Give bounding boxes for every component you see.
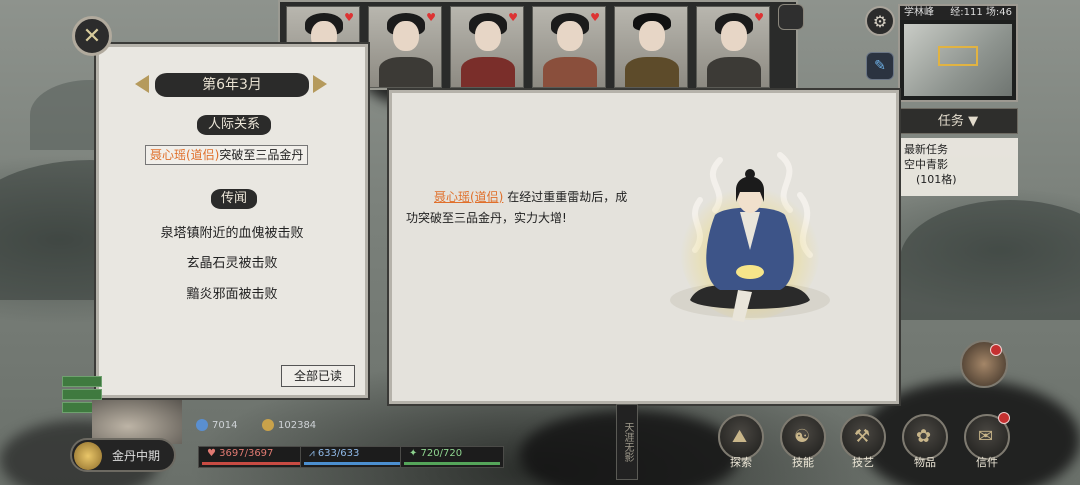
explore-icon: ⛰: [732, 426, 748, 447]
spirit-stone-counter: 7014: [196, 419, 237, 431]
event-log-panel: 第6年3月 人际关系 聂心瑶(道侣)突破至三品金丹 传闻 泉塔镇附近的血傀被击败…: [96, 44, 368, 398]
gold-counter: 102384: [262, 419, 316, 431]
craft-label: 技艺: [852, 456, 874, 469]
notification-badge: [990, 344, 1002, 356]
task-item: (101格): [916, 173, 957, 186]
heart-icon: ♥: [426, 11, 436, 24]
notification-badge: [998, 412, 1010, 424]
companion-portrait[interactable]: [614, 6, 688, 88]
rumors-heading: 传闻: [211, 189, 257, 209]
meditating-cultivator-illustration: [670, 152, 830, 322]
minimap-viewport-marker: [938, 46, 978, 66]
item-label: 物品: [914, 456, 936, 469]
relation-event: 突破至三品金丹: [219, 148, 304, 162]
prev-month-arrow-icon[interactable]: [135, 75, 149, 93]
date-title: 第6年3月: [155, 73, 309, 97]
next-month-arrow-icon[interactable]: [313, 75, 327, 93]
rumor-item[interactable]: 黯炎邪面被击败: [99, 283, 365, 302]
relations-heading: 人际关系: [197, 115, 271, 135]
rumor-item[interactable]: 泉塔镇附近的血傀被击败: [99, 222, 365, 241]
task-item: 最新任务: [904, 143, 948, 156]
companion-portrait[interactable]: ♥: [368, 6, 442, 88]
spirit-stone-value: 7014: [212, 419, 238, 431]
heart-icon: ♥: [590, 11, 600, 24]
scroll-tool-icon[interactable]: ✎: [866, 52, 894, 80]
inventory-bag-button[interactable]: [778, 4, 804, 30]
task-title: 任务: [937, 114, 964, 129]
minimap-location: 学林峰: [904, 7, 934, 18]
explore-label: 探索: [730, 456, 752, 469]
companion-portrait[interactable]: ♥: [532, 6, 606, 88]
item-icon: ✿: [916, 426, 932, 447]
minimap-view[interactable]: [904, 24, 1012, 96]
mana-label: ⩘ 633/633: [309, 448, 360, 459]
task-list[interactable]: 最新任务 空中青影 (101格): [898, 138, 1018, 196]
companion-portrait[interactable]: ♥: [696, 6, 770, 88]
companion-portrait[interactable]: ♥: [450, 6, 524, 88]
event-detail-text: 聂心瑶(道侣) 在经过重重雷劫后，成功突破至三品金丹，实力大增!: [406, 187, 632, 229]
craft-icon: ⚒: [854, 426, 871, 447]
realm-medal-icon: [74, 442, 102, 470]
cultivation-realm-button[interactable]: 金丹中期: [70, 438, 176, 472]
task-tab[interactable]: 任务 ▼: [898, 108, 1018, 134]
rumor-item[interactable]: 玄晶石灵被击败: [99, 252, 365, 271]
status-tag[interactable]: [62, 376, 102, 387]
gold-coin-icon: [262, 419, 274, 431]
close-icon[interactable]: ✕: [72, 16, 112, 56]
stamina-label: ✦ 720/720: [409, 448, 463, 459]
mana-bar: ⩘ 633/633: [300, 446, 404, 468]
letter-icon: ✉: [978, 426, 994, 447]
relation-name: 聂心瑶(道侣): [150, 148, 220, 162]
settings-gear-icon[interactable]: ⚙: [865, 6, 895, 36]
letter-label: 信件: [976, 456, 998, 469]
spirit-stone-icon: [196, 419, 208, 431]
minimap-time: 经:111 场:46: [950, 7, 1012, 18]
mark-all-read-button[interactable]: 全部已读: [281, 365, 355, 387]
stamina-bar: ✦ 720/720: [400, 446, 504, 468]
gold-value: 102384: [278, 419, 317, 431]
task-panel: 任务 ▼ 最新任务 空中青影 (101格): [898, 108, 1018, 200]
heart-icon: ♥: [344, 11, 354, 24]
task-item: 空中青影: [904, 158, 948, 171]
skill-label: 技能: [792, 456, 814, 469]
relation-entry[interactable]: 聂心瑶(道侣)突破至三品金丹: [145, 145, 309, 165]
heart-icon: ♥: [754, 11, 764, 24]
health-label: ♥ 3697/3697: [207, 448, 274, 459]
skill-icon: ☯: [794, 426, 811, 447]
minimap[interactable]: 学林峰 经:111 场:46: [898, 4, 1018, 102]
health-bar: ♥ 3697/3697: [198, 446, 308, 468]
detail-character-link[interactable]: 聂心瑶(道侣): [434, 190, 503, 204]
realm-label: 金丹中期: [112, 448, 161, 463]
status-tag[interactable]: [62, 389, 102, 400]
heart-icon: ♥: [508, 11, 518, 24]
location-plaque: 天涯无影: [616, 404, 638, 480]
